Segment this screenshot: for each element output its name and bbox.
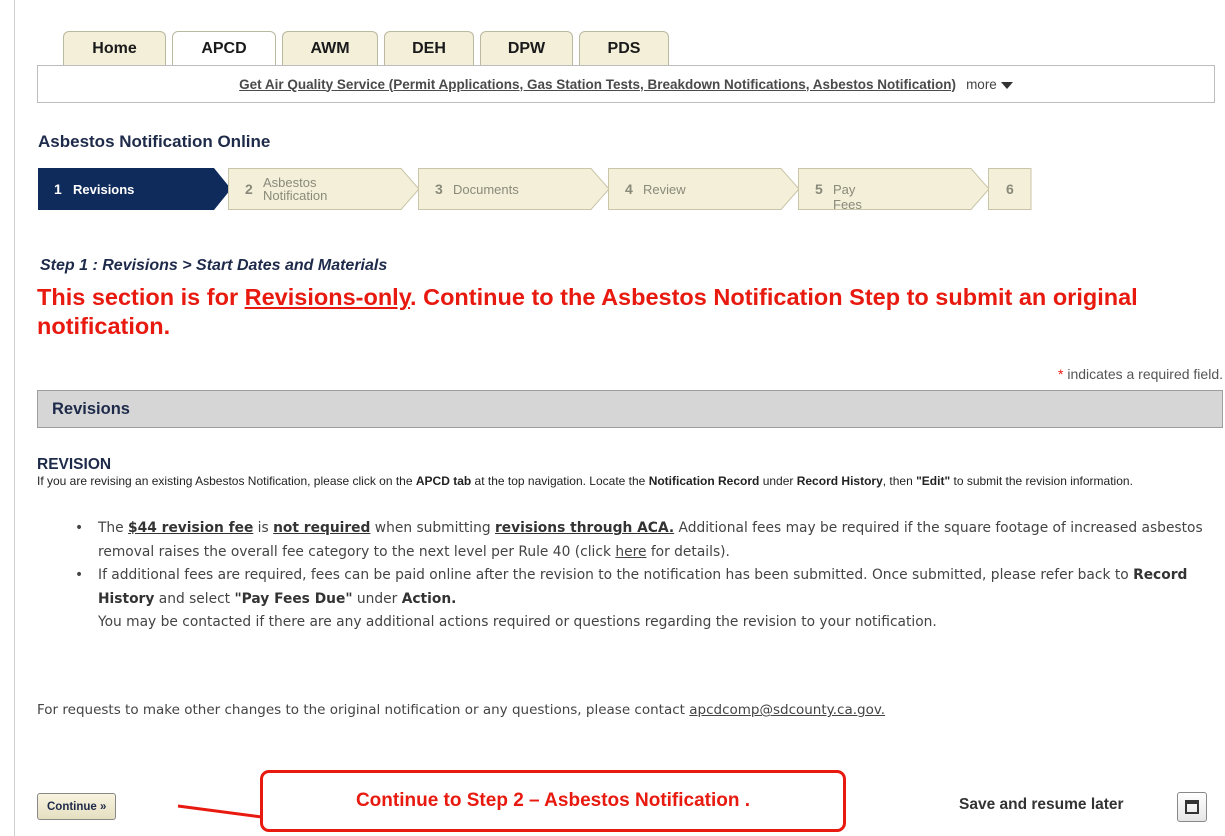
save-icon[interactable] [1177,792,1207,822]
step-number: 3 [435,181,443,197]
step-label: Asbestos Notification [263,175,328,203]
more-label: more [966,76,997,92]
continue-callout: Continue to Step 2 – Asbestos Notificati… [260,770,846,832]
save-icon-glyph [1185,800,1199,814]
caret-down-icon [1000,81,1013,89]
step-label: Pay Fees [833,182,862,212]
callout-pointer [177,804,263,819]
save-resume-later-label: Save and resume later [959,796,1124,813]
tab-deh[interactable]: DEH [384,31,474,65]
tab-dpw[interactable]: DPW [480,31,573,65]
step-number: 4 [625,181,633,197]
required-field-note: * indicates a required field. [1058,366,1223,382]
tab-awm[interactable]: AWM [282,31,378,65]
rule-40-details-link[interactable]: here [615,544,646,560]
step-shape [798,168,990,210]
tab-pds[interactable]: PDS [579,31,669,65]
air-quality-service-link[interactable]: Get Air Quality Service (Permit Applicat… [239,77,956,92]
more-menu[interactable]: more [966,77,1013,92]
step-number: 6 [1006,181,1014,197]
step-shape [608,168,800,210]
contact-email-link[interactable]: apcdcomp@sdcounty.ca.gov. [689,702,885,718]
step-label: Review [643,182,686,197]
step-number: 5 [815,181,823,197]
step-label: Documents [453,182,519,197]
